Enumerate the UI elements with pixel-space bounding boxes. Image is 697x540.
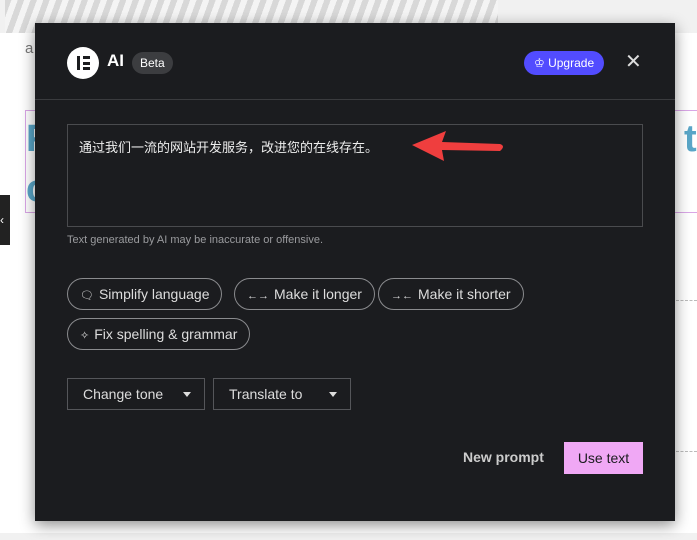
make-longer-button[interactable]: ←→ Make it longer [234, 278, 375, 310]
ai-disclaimer: Text generated by AI may be inaccurate o… [67, 234, 324, 246]
new-prompt-button[interactable]: New prompt [463, 449, 544, 465]
dialog-title: AI [107, 51, 124, 70]
sparkle-icon: ✧ [80, 330, 90, 342]
crown-icon: ♔ [534, 56, 549, 70]
change-tone-select[interactable]: Change tone [67, 378, 205, 410]
generated-text-area[interactable]: 通过我们一流的网站开发服务，改进您的在线存在。 [67, 124, 643, 227]
background-text: a [25, 40, 34, 57]
use-text-button[interactable]: Use text [564, 442, 643, 474]
expand-arrows-icon: ←→ [247, 290, 269, 302]
caret-down-icon [329, 392, 337, 397]
select-label: Translate to [229, 386, 303, 402]
select-label: Change tone [83, 386, 164, 402]
beta-badge: Beta [132, 52, 173, 74]
chip-label: Make it shorter [418, 286, 511, 302]
caret-down-icon [183, 392, 191, 397]
upgrade-label: Upgrade [548, 56, 595, 70]
chevron-left-icon: ‹ [0, 213, 4, 227]
dialog-header: AI Beta ♔ Upgrade ✕ [35, 23, 675, 100]
panel-toggle-button[interactable]: ‹ [0, 195, 10, 245]
translate-to-select[interactable]: Translate to [213, 378, 351, 410]
chip-label: Fix spelling & grammar [94, 326, 238, 342]
elementor-logo-icon [67, 47, 99, 79]
fix-spelling-button[interactable]: ✧ Fix spelling & grammar [67, 318, 251, 350]
divider [676, 451, 697, 452]
red-arrow-annotation [412, 131, 503, 161]
make-shorter-button[interactable]: →← Make it shorter [378, 278, 524, 310]
speech-bubble-icon: 🗨 [80, 290, 94, 302]
upgrade-button[interactable]: ♔ Upgrade [524, 51, 605, 75]
close-icon[interactable]: ✕ [625, 52, 642, 72]
simplify-language-button[interactable]: 🗨 Simplify language [67, 278, 223, 310]
chip-label: Simplify language [98, 286, 210, 302]
divider [676, 300, 697, 301]
background-heading-end: t [684, 118, 697, 160]
collapse-arrows-icon: →← [391, 290, 413, 302]
ai-dialog: AI Beta ♔ Upgrade ✕ 通过我们一流的网站开发服务，改进您的在线… [35, 23, 675, 521]
chip-label: Make it longer [274, 286, 362, 302]
